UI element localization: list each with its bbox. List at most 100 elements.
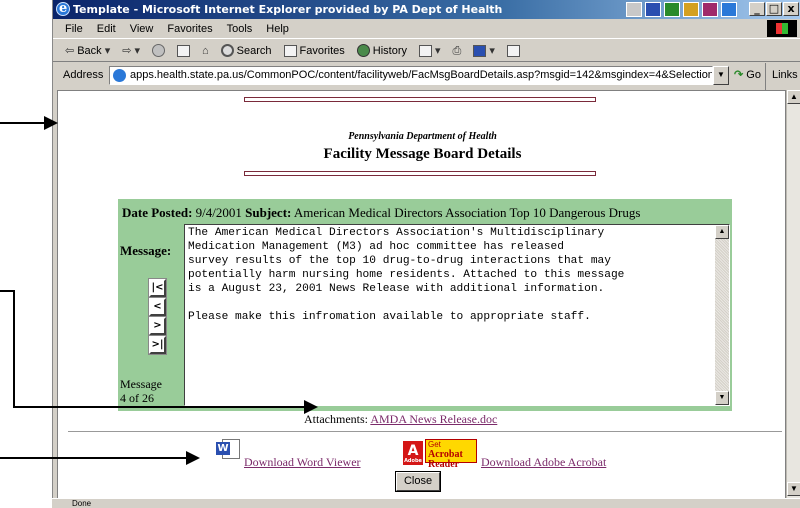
message-body-text: The American Medical Directors Associati…	[188, 227, 625, 323]
history-button[interactable]: History	[356, 40, 407, 61]
stop-button[interactable]	[152, 40, 166, 61]
subject-label: Subject:	[245, 205, 292, 220]
windows-logo-icon	[767, 20, 797, 37]
word-app-icon[interactable]	[645, 2, 661, 17]
search-button[interactable]: Search	[220, 40, 272, 61]
page-scroll-down-button[interactable]: ▼	[787, 482, 800, 496]
status-bar: Done	[52, 498, 800, 508]
refresh-button[interactable]	[177, 40, 191, 61]
outlook-app-icon[interactable]	[721, 2, 737, 17]
last-message-button[interactable]: >|	[148, 335, 167, 355]
message-header: Date Posted: 9/4/2001 Subject: American …	[122, 205, 640, 221]
callout-line-bottom	[0, 457, 186, 459]
status-text: Done	[72, 499, 92, 508]
forward-arrow-icon: ⇨ ▾	[122, 44, 141, 57]
menu-bar: File Edit View Favorites Tools Help	[53, 19, 800, 39]
page-content: Pennsylvania Department of Health Facili…	[57, 90, 786, 508]
links-label: Links	[772, 69, 798, 81]
get-reader-label: Get Acrobat Reader	[425, 439, 477, 470]
word-viewer-icon[interactable]: W	[216, 439, 242, 461]
menu-edit[interactable]: Edit	[97, 19, 116, 38]
back-button[interactable]: ⇦ Back ▾	[65, 40, 110, 61]
chevron-down-icon: ▾	[489, 44, 495, 57]
favorites-label: Favorites	[299, 44, 345, 57]
address-input[interactable]: apps.health.state.pa.us/CommonPOC/conten…	[109, 66, 713, 85]
scroll-down-button[interactable]: ▼	[715, 391, 729, 405]
download-word-viewer-link[interactable]: Download Word Viewer	[244, 455, 361, 470]
edit-word-button[interactable]: ▾	[473, 40, 495, 61]
maximize-button[interactable]: □	[766, 2, 782, 16]
menu-view[interactable]: View	[130, 19, 154, 38]
callout-line-top	[0, 122, 44, 124]
top-rule	[244, 97, 596, 102]
home-button[interactable]: ⌂	[202, 40, 209, 61]
history-icon	[356, 44, 370, 57]
subject-value: American Medical Directors Association T…	[293, 205, 641, 220]
chevron-down-icon: ▾	[435, 44, 441, 57]
chevron-down-icon: ▾	[104, 44, 111, 57]
page-icon	[113, 69, 126, 82]
mail-button[interactable]: ▾	[419, 40, 441, 61]
excel-app-icon[interactable]	[664, 2, 680, 17]
attachments: Attachments: AMDA News Release.doc	[304, 412, 497, 427]
get-acrobat-reader-badge[interactable]: A Adobe Get Acrobat Reader	[403, 439, 483, 470]
window-title: Template - Microsoft Internet Explorer p…	[73, 3, 503, 16]
get-label: Get	[428, 440, 441, 449]
menu-file[interactable]: File	[65, 19, 83, 38]
page-scroll-up-button[interactable]: ▲	[787, 90, 800, 104]
close-button[interactable]: Close	[395, 471, 441, 492]
page-scrollbar[interactable]: ▲ ▼	[786, 90, 800, 508]
attachment-link[interactable]: AMDA News Release.doc	[370, 412, 497, 426]
stop-icon	[152, 44, 166, 57]
access-app-icon[interactable]	[702, 2, 718, 17]
menu-help[interactable]: Help	[266, 19, 289, 38]
print-icon: ⎙	[452, 44, 462, 57]
minimize-button[interactable]: _	[749, 2, 765, 16]
message-label: Message:	[120, 243, 172, 258]
back-label: Back	[77, 44, 102, 57]
go-arrow-icon: ↷	[734, 69, 744, 81]
menu-favorites[interactable]: Favorites	[167, 19, 212, 38]
favorites-icon	[283, 44, 297, 57]
go-button[interactable]: ↷ Go	[734, 63, 761, 88]
callout-line-middle-stub	[0, 290, 14, 292]
taskbar-app-icons	[626, 2, 737, 17]
powerpoint-app-icon[interactable]	[683, 2, 699, 17]
message-counter-label: Message	[120, 377, 162, 391]
scroll-up-button[interactable]: ▲	[715, 225, 729, 239]
adobe-logo-icon: A Adobe	[403, 441, 423, 465]
back-arrow-icon: ⇦	[65, 44, 75, 57]
favorites-button[interactable]: Favorites	[283, 40, 345, 61]
app-icon[interactable]	[626, 2, 642, 17]
message-scrollbar[interactable]: ▲ ▼	[715, 225, 729, 405]
first-message-button[interactable]: |<	[148, 278, 167, 298]
previous-message-button[interactable]: <	[148, 297, 167, 317]
forward-button[interactable]: ⇨ ▾	[122, 40, 140, 61]
divider	[68, 431, 782, 432]
close-window-button[interactable]: x	[783, 2, 799, 16]
window-controls: _ □ x	[749, 2, 799, 16]
mail-icon	[419, 44, 433, 57]
print-button[interactable]: ⎙	[453, 40, 462, 61]
download-adobe-acrobat-link[interactable]: Download Adobe Acrobat	[481, 455, 606, 470]
callout-line-middle-vertical	[13, 290, 15, 408]
department-name: Pennsylvania Department of Health	[348, 131, 497, 142]
next-message-button[interactable]: >	[148, 316, 167, 336]
message-body-textarea[interactable]: The American Medical Directors Associati…	[184, 224, 730, 406]
standard-toolbar: ⇦ Back ▾ ⇨ ▾ ⌂ Search Favorites History	[53, 40, 800, 62]
message-panel: Date Posted: 9/4/2001 Subject: American …	[118, 199, 732, 411]
message-counter: Message 4 of 26	[120, 377, 182, 405]
address-url: apps.health.state.pa.us/CommonPOC/conten…	[130, 69, 713, 81]
home-icon: ⌂	[202, 44, 209, 57]
go-label: Go	[746, 69, 761, 81]
address-dropdown-button[interactable]: ▼	[713, 66, 729, 85]
callout-arrow-top	[44, 116, 58, 130]
browser-window: Template - Microsoft Internet Explorer p…	[52, 0, 800, 508]
menu-tools[interactable]: Tools	[227, 19, 253, 38]
callout-arrow-bottom	[186, 451, 200, 465]
bottom-rule	[244, 171, 596, 176]
address-bar: Address apps.health.state.pa.us/CommonPO…	[53, 63, 800, 113]
search-icon	[220, 44, 234, 57]
discuss-icon	[506, 44, 520, 57]
discuss-button[interactable]	[506, 40, 520, 61]
